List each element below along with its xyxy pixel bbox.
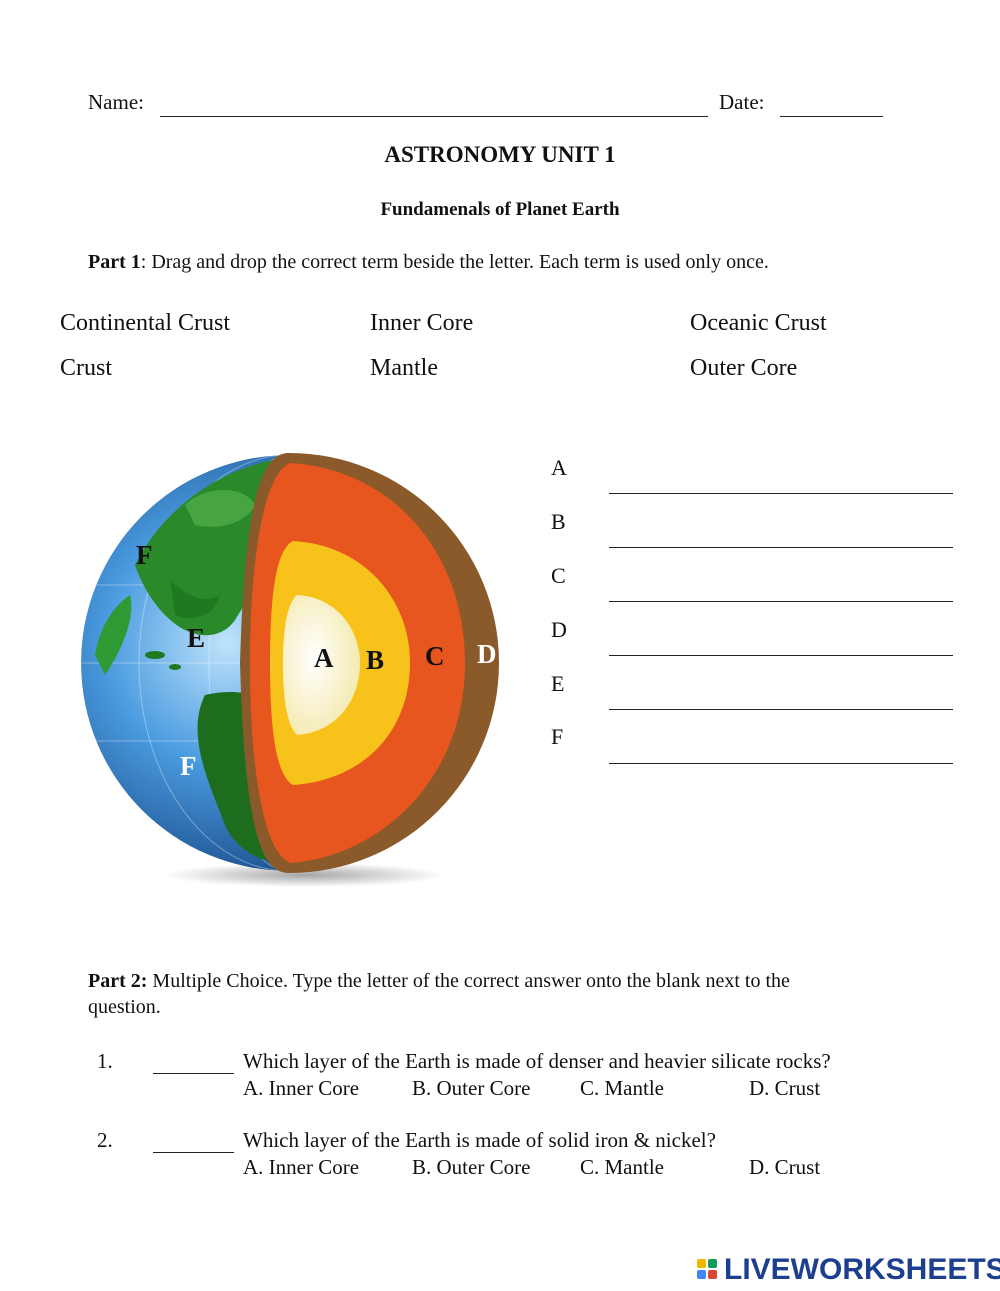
question-2-option-b: B. Outer Core xyxy=(412,1155,531,1179)
question-2-text: Which layer of the Earth is made of soli… xyxy=(243,1128,716,1152)
question-1-answer-blank[interactable] xyxy=(153,1073,234,1074)
answer-letter-d: D xyxy=(551,617,567,642)
question-1-text: Which layer of the Earth is made of dens… xyxy=(243,1049,831,1073)
term-continental-crust[interactable]: Continental Crust xyxy=(60,310,230,337)
diagram-label-b: B xyxy=(366,645,385,675)
diagram-label-a: A xyxy=(314,643,334,673)
name-blank[interactable] xyxy=(160,116,708,117)
answer-letter-c: C xyxy=(551,563,566,588)
answer-blank-c[interactable] xyxy=(609,601,953,602)
answer-letter-b: B xyxy=(551,509,566,534)
question-1-option-a: A. Inner Core xyxy=(243,1076,360,1100)
term-inner-core[interactable]: Inner Core xyxy=(370,310,473,337)
diagram-label-e: E xyxy=(187,623,206,653)
part1-instructions: Part 1: Drag and drop the correct term b… xyxy=(88,251,769,274)
question-2-option-a: A. Inner Core xyxy=(243,1155,360,1179)
liveworksheets-logo-icon xyxy=(697,1259,721,1283)
part2-instruction-text: Multiple Choice. Type the letter of the … xyxy=(147,970,790,992)
diagram-label-f-bottom: F xyxy=(180,751,197,781)
answer-letter-e: E xyxy=(551,671,565,696)
diagram-label-d: D xyxy=(477,639,497,669)
term-outer-core[interactable]: Outer Core xyxy=(690,355,797,382)
name-label: Name: xyxy=(88,90,144,114)
earth-cross-section-diagram xyxy=(81,453,499,887)
question-1-number: 1. xyxy=(97,1049,113,1073)
term-mantle[interactable]: Mantle xyxy=(370,355,438,382)
date-label: Date: xyxy=(719,90,765,114)
part2-instructions-line2: question. xyxy=(88,996,161,1018)
question-2-number: 2. xyxy=(97,1128,113,1152)
term-oceanic-crust[interactable]: Oceanic Crust xyxy=(690,310,827,337)
question-1-option-b: B. Outer Core xyxy=(412,1076,531,1100)
question-2-option-c: C. Mantle xyxy=(580,1155,664,1179)
part2-instructions: Part 2: Multiple Choice. Type the letter… xyxy=(88,970,790,993)
page-subtitle: Fundamenals of Planet Earth xyxy=(380,199,620,220)
term-crust[interactable]: Crust xyxy=(60,355,112,382)
diagram-label-c: C xyxy=(425,641,445,671)
part2-label: Part 2: xyxy=(88,970,148,992)
part1-label: Part 1 xyxy=(88,251,141,273)
page-title: ASTRONOMY UNIT 1 xyxy=(384,142,616,167)
question-1-option-c: C. Mantle xyxy=(580,1076,664,1100)
answer-blank-d[interactable] xyxy=(609,655,953,656)
question-1-option-d: D. Crust xyxy=(749,1076,821,1100)
answer-letter-a: A xyxy=(551,455,567,480)
part1-instruction-text: : Drag and drop the correct term beside … xyxy=(140,251,769,273)
date-blank[interactable] xyxy=(780,116,883,117)
diagram-label-f-top: F xyxy=(136,540,153,570)
question-2-option-d: D. Crust xyxy=(749,1155,821,1179)
question-2-answer-blank[interactable] xyxy=(153,1152,234,1153)
answer-blank-e[interactable] xyxy=(609,709,953,710)
liveworksheets-logo-text: LIVEWORKSHEETS xyxy=(724,1253,1000,1286)
answer-blank-a[interactable] xyxy=(609,493,953,494)
answer-letter-f: F xyxy=(551,724,564,749)
answer-blank-f[interactable] xyxy=(609,763,953,764)
answer-blank-b[interactable] xyxy=(609,547,953,548)
